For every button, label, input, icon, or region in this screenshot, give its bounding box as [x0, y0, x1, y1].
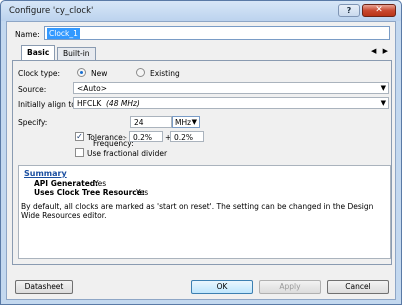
tab-scroll-arrows-icon[interactable]: ◀ ▶ — [371, 47, 390, 55]
clock-type-label: Clock type: — [18, 69, 61, 78]
align-value: HFCLK — [77, 99, 102, 108]
dialog-body: Name: Clock_1 Basic Built-in ◀ ▶ Clock t… — [6, 21, 396, 300]
fractional-divider-checkbox[interactable] — [75, 148, 84, 157]
name-input[interactable]: Clock_1 — [44, 26, 390, 40]
api-generated-value: Yes — [94, 179, 107, 188]
frequency-unit-value: MHz — [175, 118, 192, 127]
align-hint: (48 MHz) — [106, 99, 140, 108]
source-combo[interactable]: <Auto> ▼ — [73, 82, 389, 94]
summary-note: By default, all clocks are marked as 'st… — [21, 202, 374, 220]
clock-type-new-label: New — [91, 69, 108, 78]
configure-dialog: Configure 'cy_clock' ? ✕ Name: Clock_1 B… — [0, 0, 402, 305]
summary-panel: Summary API Generated: Yes Uses Clock Tr… — [18, 165, 391, 259]
align-combo[interactable]: HFCLK (48 MHz) ▼ — [73, 97, 389, 109]
tolerance-minus-sign: - — [124, 133, 127, 142]
tolerance-minus-value: 0.2% — [133, 133, 153, 142]
cancel-button[interactable]: Cancel — [327, 280, 389, 294]
tab-basic[interactable]: Basic — [21, 45, 56, 61]
specify-label: Specify: — [18, 118, 48, 127]
apply-button[interactable]: Apply — [259, 280, 321, 294]
tolerance-plus-value: 0.2% — [174, 133, 194, 142]
frequency-unit-combo[interactable]: MHz ▼ — [172, 116, 200, 128]
title-bar[interactable]: Configure 'cy_clock' ? ✕ — [1, 1, 401, 21]
fractional-divider-label: Use fractional divider — [87, 149, 168, 158]
clock-tree-label: Uses Clock Tree Resource: — [34, 188, 145, 197]
ok-button[interactable]: OK — [191, 280, 253, 294]
chevron-down-icon: ▼ — [380, 84, 386, 92]
help-icon[interactable]: ? — [338, 4, 360, 17]
chevron-down-icon: ▼ — [380, 99, 386, 107]
name-input-value: Clock_1 — [47, 28, 80, 39]
close-icon[interactable]: ✕ — [362, 4, 396, 17]
clock-type-new-radio[interactable] — [77, 68, 86, 77]
align-label: Initially align to: — [18, 100, 79, 109]
tab-built-in[interactable]: Built-in — [57, 47, 96, 60]
chevron-down-icon: ▼ — [191, 118, 197, 126]
tolerance-minus-input[interactable]: 0.2% — [129, 131, 163, 142]
clock-type-existing-radio[interactable] — [136, 68, 145, 77]
tolerance-label: Tolerance: — [87, 133, 126, 142]
frequency-input[interactable]: 24 — [130, 116, 172, 128]
api-generated-label: API Generated: — [34, 179, 99, 188]
frequency-value: 24 — [134, 118, 144, 127]
clock-type-existing-label: Existing — [150, 69, 180, 78]
tolerance-checkbox[interactable]: ✓ — [75, 132, 84, 141]
name-label: Name: — [15, 30, 40, 39]
summary-title: Summary — [24, 169, 67, 178]
source-value: <Auto> — [77, 84, 107, 93]
source-label: Source: — [18, 85, 47, 94]
window-title: Configure 'cy_clock' — [9, 6, 94, 16]
tolerance-plus-input[interactable]: 0.2% — [170, 131, 204, 142]
clock-tree-value: Yes — [136, 188, 149, 197]
datasheet-button[interactable]: Datasheet — [15, 280, 73, 294]
